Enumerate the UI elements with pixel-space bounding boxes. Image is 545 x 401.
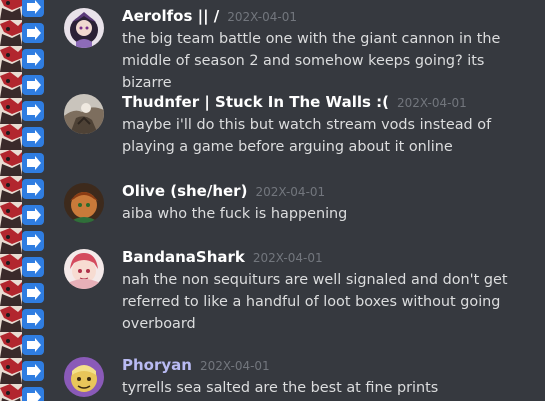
message-content: maybe i'll do this but watch stream vods… xyxy=(122,117,492,155)
timestamp[interactable]: 202X-04-01 xyxy=(397,96,467,110)
message-header: Olive (she/her) 202X-04-01 xyxy=(122,180,325,202)
message-content: aiba who the fuck is happening xyxy=(122,206,348,222)
timestamp[interactable]: 202X-04-01 xyxy=(200,359,270,373)
avatar-phoryan-icon xyxy=(64,357,104,397)
user-avatar[interactable] xyxy=(64,357,104,397)
message-content: the big team battle one with the giant c… xyxy=(122,31,501,91)
user-avatar[interactable] xyxy=(64,249,104,289)
message-content: nah the non sequiturs are well signaled … xyxy=(122,272,508,332)
user-avatar[interactable] xyxy=(64,8,104,48)
message-list: Aerolfos || / 202X-04-01 the big team bat… xyxy=(0,0,545,401)
message-header: Aerolfos || / 202X-04-01 xyxy=(122,5,297,27)
timestamp[interactable]: 202X-04-01 xyxy=(227,10,297,24)
message-header: Phoryan 202X-04-01 xyxy=(122,354,270,376)
avatar-olive-icon xyxy=(64,183,104,223)
username[interactable]: Thudnfer | Stuck In The Walls :( xyxy=(122,93,389,111)
username[interactable]: Olive (she/her) xyxy=(122,182,247,200)
username[interactable]: Phoryan xyxy=(122,356,192,374)
user-avatar[interactable] xyxy=(64,94,104,134)
message-header: Thudnfer | Stuck In The Walls :( 202X-04-… xyxy=(122,91,467,113)
user-avatar[interactable] xyxy=(64,183,104,223)
message-content: tyrrells sea salted are the best at fine… xyxy=(122,380,439,396)
chat-window: Aerolfos || / 202X-04-01 the big team bat… xyxy=(0,0,545,401)
username[interactable]: BandanaShark xyxy=(122,248,245,266)
avatar-thudnfer-icon xyxy=(64,94,104,134)
avatar-aerolfos-icon xyxy=(64,8,104,48)
message-header: BandanaShark 202X-04-01 xyxy=(122,246,323,268)
username[interactable]: Aerolfos || / xyxy=(122,7,219,25)
avatar-bandanashark-icon xyxy=(64,249,104,289)
timestamp[interactable]: 202X-04-01 xyxy=(253,251,323,265)
timestamp[interactable]: 202X-04-01 xyxy=(255,185,325,199)
